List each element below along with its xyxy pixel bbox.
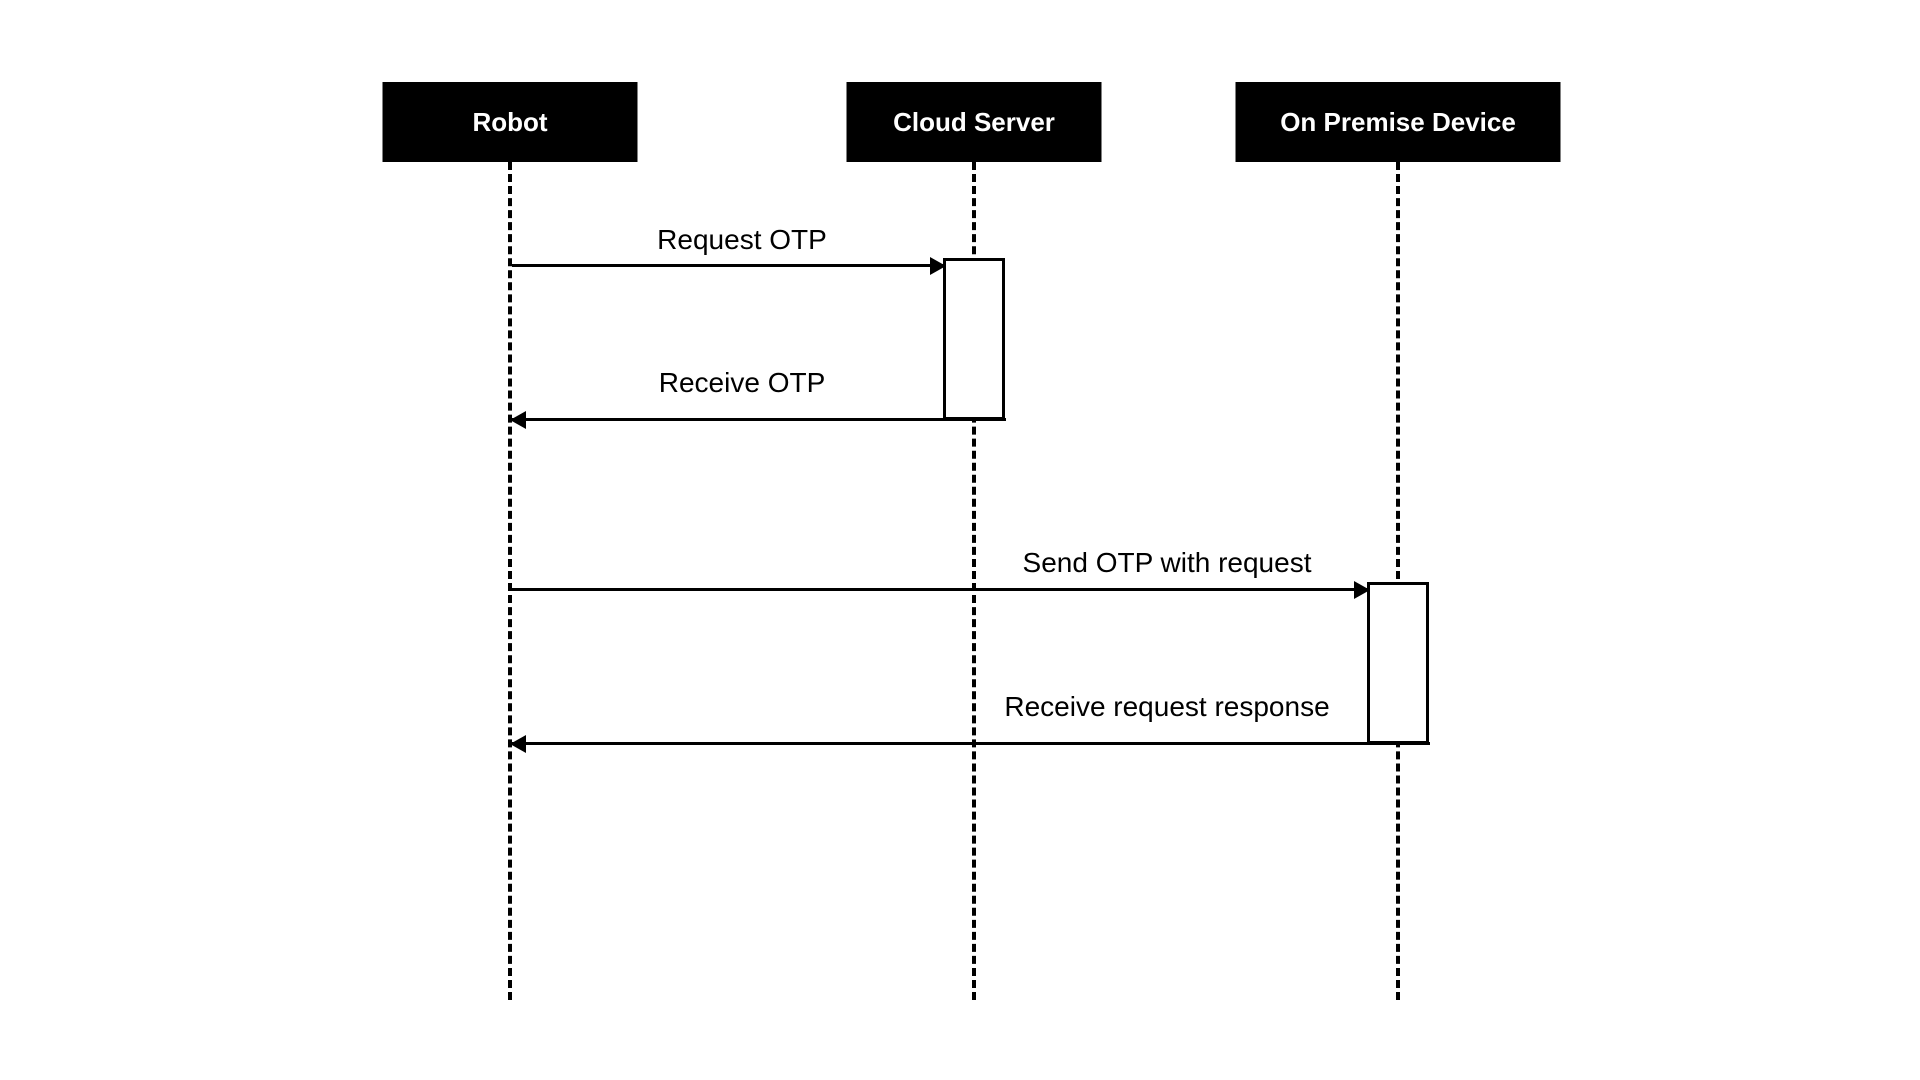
sequence-diagram: Robot Cloud Server On Premise Device Req… (0, 0, 1920, 1080)
message-send-otp-with-request (512, 588, 1368, 591)
label-send-otp-with-request: Send OTP with request (1023, 547, 1312, 583)
lifeline-robot (508, 162, 512, 1000)
activation-on-premise-device (1367, 582, 1429, 744)
label-request-otp: Request OTP (657, 224, 827, 260)
message-receive-otp (512, 418, 1006, 421)
participant-cloud-server: Cloud Server (847, 82, 1102, 162)
lifeline-on-premise-device (1396, 162, 1400, 1000)
message-receive-request-response (512, 742, 1430, 745)
label-receive-otp: Receive OTP (659, 367, 826, 403)
activation-cloud-server (943, 258, 1005, 420)
participant-robot: Robot (383, 82, 638, 162)
participant-on-premise-device: On Premise Device (1236, 82, 1561, 162)
message-request-otp (512, 264, 944, 267)
label-receive-request-response: Receive request response (1004, 691, 1329, 727)
